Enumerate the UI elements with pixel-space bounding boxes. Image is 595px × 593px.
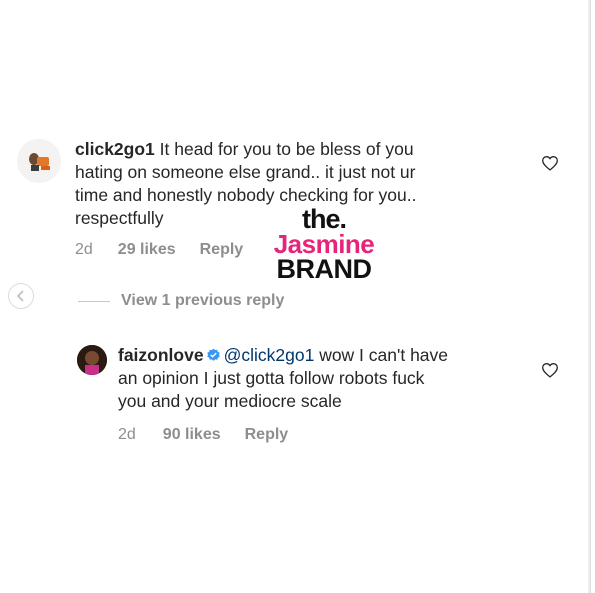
comment-age: 2d [118, 426, 136, 443]
comment-line: hating on someone else grand.. it just n… [75, 162, 416, 182]
heart-icon[interactable] [541, 362, 559, 378]
back-arrow-icon[interactable] [8, 283, 34, 309]
heart-icon[interactable] [541, 155, 559, 171]
divider-line [78, 300, 110, 302]
watermark-line: BRAND [276, 254, 373, 284]
frame-edge-line [590, 0, 591, 593]
brand-watermark: the. Jasmine BRAND [262, 206, 386, 283]
comment-meta-faizonlove: 2d 90 likes Reply [118, 426, 288, 444]
view-replies-label: View 1 previous reply [121, 292, 285, 309]
username-faizonlove[interactable]: faizonlove [118, 345, 204, 365]
username-click2go1[interactable]: click2go1 [75, 139, 155, 159]
likes-count[interactable]: 29 likes [118, 241, 176, 259]
mention-link[interactable]: @click2go1 [224, 345, 315, 365]
verified-badge-icon [206, 348, 220, 361]
likes-count[interactable]: 90 likes [163, 426, 221, 444]
avatar-click2go1[interactable] [17, 139, 61, 183]
comment-line: an opinion I just gotta follow robots fu… [118, 368, 425, 388]
comment-meta-click2go1: 2d 29 likes Reply [75, 241, 243, 259]
comment-line: you and your mediocre scale [118, 391, 342, 411]
reply-button[interactable]: Reply [245, 426, 289, 444]
comment-faizonlove: faizonlove @click2go1 wow I can't have an… [118, 344, 548, 413]
reply-button[interactable]: Reply [200, 241, 244, 259]
comment-age: 2d [75, 241, 93, 258]
comment-line: It head for you to be bless of you [159, 139, 414, 159]
view-previous-replies[interactable]: View 1 previous reply [78, 292, 284, 310]
comment-line: wow I can't have [319, 345, 449, 365]
avatar-faizonlove[interactable] [77, 345, 107, 375]
